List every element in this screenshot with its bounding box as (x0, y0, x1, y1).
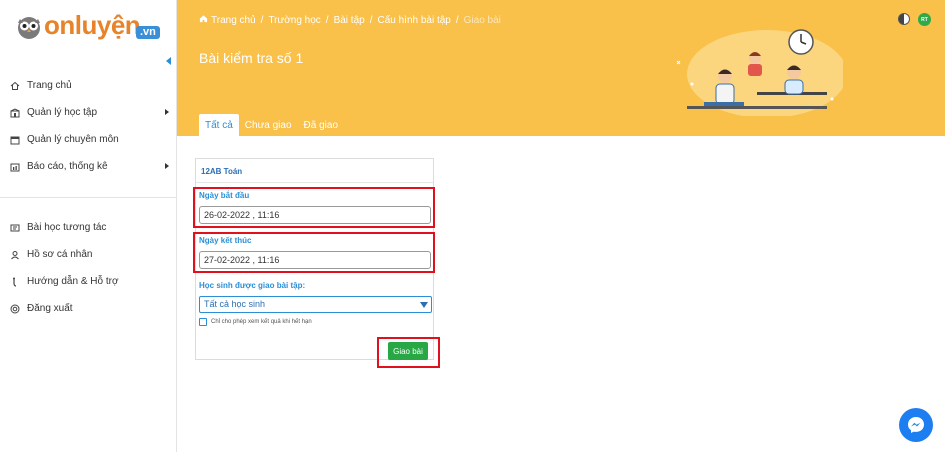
sidebar-item-profile[interactable]: Hồ sơ cá nhân (0, 241, 177, 268)
logout-icon (10, 304, 20, 314)
sidebar-item-logout[interactable]: Đăng xuất (0, 295, 177, 322)
sidebar-item-label: Hồ sơ cá nhân (27, 249, 93, 260)
owl-mascot-icon (18, 17, 40, 39)
sidebar-menu-main: Trang chủ Quản lý học tập Quản lý chuyên… (0, 72, 177, 180)
students-select[interactable]: Tất cả học sinh (199, 296, 432, 313)
sidebar-item-interactive-lessons[interactable]: Bài học tương tác (0, 214, 177, 241)
students-label: Học sinh được giao bài tập: (199, 281, 306, 290)
chevron-right-icon (165, 163, 169, 169)
view-result-option: Chỉ cho phép xem kết quả khi hết hạn (199, 318, 312, 326)
sidebar-item-label: Hướng dẫn & Hỗ trợ (27, 276, 119, 287)
assign-button-highlight (377, 337, 440, 368)
students-select-value: Tất cả học sinh (204, 299, 266, 309)
breadcrumb-school[interactable]: Trường học (268, 15, 320, 26)
avatar[interactable]: RT (918, 13, 931, 26)
sidebar-item-label: Bài học tương tác (27, 222, 107, 233)
view-result-checkbox-label: Chỉ cho phép xem kết quả khi hết hạn (211, 319, 312, 325)
home-icon (199, 14, 208, 26)
home-icon (10, 81, 20, 91)
sidebar-item-home[interactable]: Trang chủ (0, 72, 177, 99)
chevron-right-icon (165, 109, 169, 115)
lesson-icon (10, 223, 20, 233)
calendar-icon (10, 135, 20, 145)
header-actions: RT (898, 13, 931, 26)
sidebar-item-label: Đăng xuất (27, 303, 73, 314)
page-title: Bài kiểm tra số 1 (199, 50, 304, 66)
sidebar-item-label: Báo cáo, thống kê (27, 161, 108, 172)
class-name: 12AB Toán (196, 159, 433, 183)
breadcrumb-current: Giao bài (463, 14, 501, 26)
sidebar-item-help[interactable]: Hướng dẫn & Hỗ trợ (0, 268, 177, 295)
messenger-chat-button[interactable] (899, 408, 933, 442)
end-date-highlight (193, 232, 435, 273)
page-header: Trang chủ / Trường học / Bài tập / Cấu h… (177, 0, 945, 136)
start-date-highlight (193, 187, 435, 228)
tab-assigned[interactable]: Đã giao (298, 114, 344, 136)
view-result-checkbox[interactable] (199, 318, 207, 326)
breadcrumb-assignment-config[interactable]: Cấu hình bài tập (377, 15, 450, 26)
sidebar-item-label: Trang chủ (27, 80, 72, 91)
sidebar-item-reports[interactable]: Báo cáo, thống kê (0, 153, 177, 180)
sidebar-item-label: Quản lý chuyên môn (27, 134, 119, 145)
logo-domain: .vn (136, 26, 160, 39)
sidebar-divider (0, 197, 177, 198)
classroom-illustration (676, 29, 843, 116)
sidebar-menu-secondary: Bài học tương tác Hồ sơ cá nhân Hướng dẫ… (0, 214, 177, 322)
breadcrumb: Trang chủ / Trường học / Bài tập / Cấu h… (199, 14, 501, 26)
breadcrumb-assignments[interactable]: Bài tập (334, 15, 365, 26)
sidebar-item-learning[interactable]: Quản lý học tập (0, 99, 177, 126)
collapse-sidebar-button[interactable] (166, 57, 171, 65)
messenger-icon (908, 417, 924, 433)
theme-toggle-icon[interactable] (898, 13, 910, 25)
report-icon (10, 162, 20, 172)
tab-all[interactable]: Tất cả (199, 114, 239, 136)
user-icon (10, 250, 20, 260)
sidebar-item-professional[interactable]: Quản lý chuyên môn (0, 126, 177, 153)
tab-not-assigned[interactable]: Chưa giao (239, 114, 298, 136)
caret-down-icon (420, 302, 428, 308)
sidebar-item-label: Quản lý học tập (27, 107, 98, 118)
brand-logo[interactable]: onluyện .vn (14, 10, 166, 42)
sidebar: onluyện .vn Trang chủ Quản lý học tập Qu… (0, 0, 177, 452)
help-icon (10, 277, 20, 287)
breadcrumb-home[interactable]: Trang chủ (211, 15, 256, 26)
logo-text: onluyện (44, 10, 141, 40)
school-icon (10, 107, 20, 118)
tab-bar: Tất cả Chưa giao Đã giao (199, 114, 344, 136)
